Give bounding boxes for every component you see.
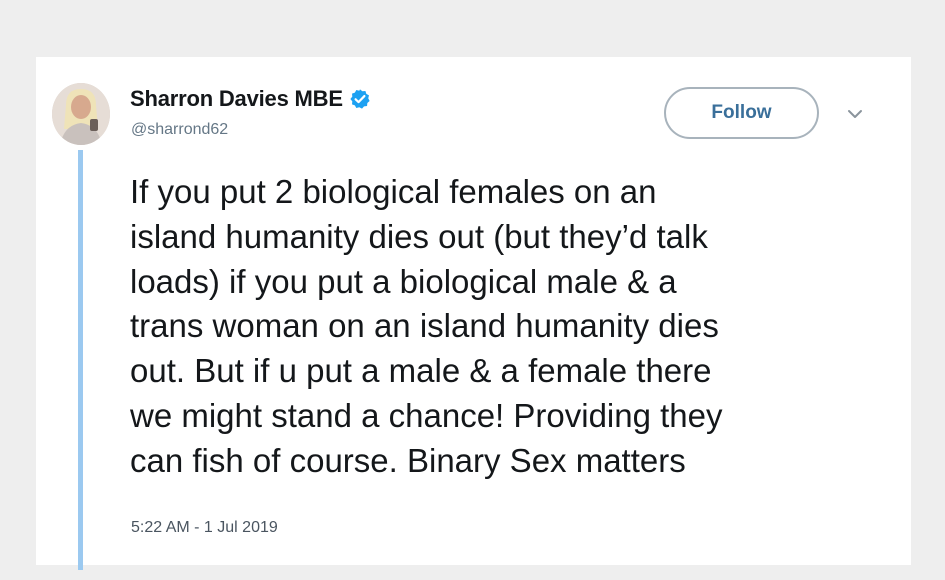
chevron-down-icon[interactable] <box>845 106 865 122</box>
author-row: Sharron Davies MBE <box>130 86 371 112</box>
avatar-photo <box>52 83 110 145</box>
follow-button[interactable]: Follow <box>664 87 819 139</box>
tweet-timestamp[interactable]: 5:22 AM - 1 Jul 2019 <box>131 519 278 537</box>
author-handle[interactable]: @sharrond62 <box>131 121 228 139</box>
author-name[interactable]: Sharron Davies MBE <box>130 86 343 112</box>
avatar[interactable] <box>52 83 110 145</box>
thread-line <box>78 150 83 570</box>
tweet-text: If you put 2 biological females on an is… <box>130 173 723 479</box>
verified-badge-icon <box>350 89 370 109</box>
